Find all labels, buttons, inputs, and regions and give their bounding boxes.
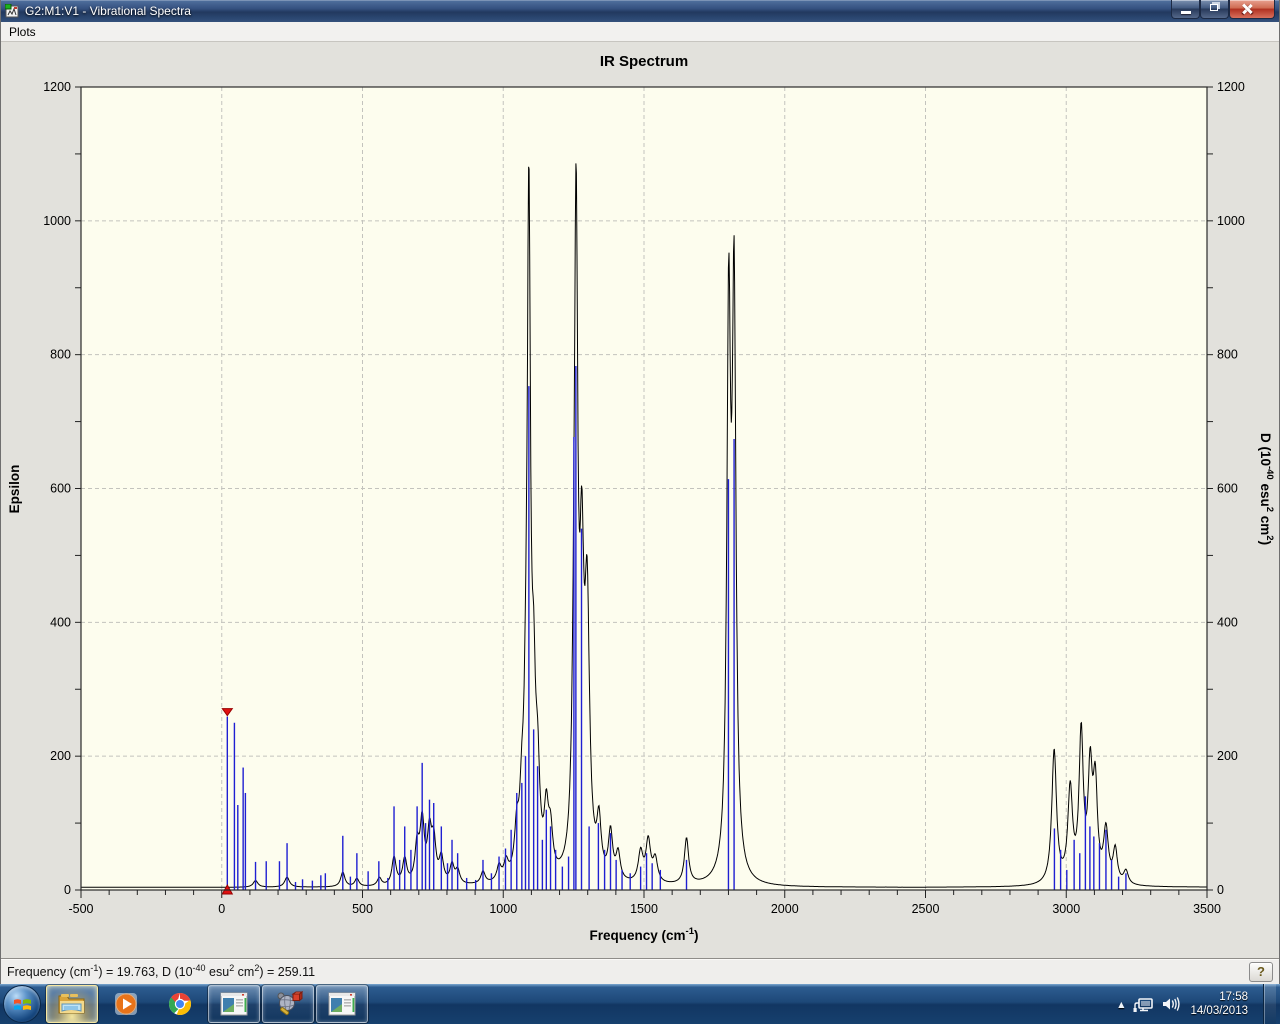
chart-title: IR Spectrum [600,53,688,70]
window-icon [5,3,19,17]
network-icon[interactable] [1133,996,1154,1013]
minimize-icon [1181,11,1191,14]
y-tick-label-left: 600 [50,482,71,496]
app-window-icon [328,992,356,1016]
y-tick-label-right: 200 [1217,749,1238,763]
y-tick-label-left: 200 [50,749,71,763]
chart-region: -500 0 500 1000 1500 2000 2500 3000 3500 0 0 200 200… [1,42,1279,958]
y-tick-label-right: 0 [1217,883,1224,897]
restore-button[interactable] [1200,0,1229,19]
taskbar-item-gaussview[interactable] [262,985,314,1023]
y-tick-label-left: 0 [64,883,71,897]
x-tick-label: 1000 [489,902,517,916]
x-tick-label: 3500 [1193,902,1221,916]
y-tick-label-left: 400 [50,615,71,629]
hidden-icons-button[interactable]: ▲ [1118,1000,1124,1009]
taskbar-clock[interactable]: 17:58 14/03/2013 [1190,990,1248,1018]
y-axis-label-left: Epsilon [7,465,22,514]
app-window: G2:M1:V1 - Vibrational Spectra Plots -50… [0,0,1280,984]
menu-bar: Plots [1,22,1279,42]
y-tick-label-right: 400 [1217,615,1238,629]
app-window-icon [220,992,248,1016]
ir-spectrum-chart[interactable]: -500 0 500 1000 1500 2000 2500 3000 3500 0 0 200 200… [5,42,1277,956]
taskbar-item-app-window-2[interactable] [316,985,368,1023]
y-tick-label-right: 800 [1217,348,1238,362]
x-tick-label: 0 [218,902,225,916]
y-tick-label-right: 600 [1217,482,1238,496]
status-bar: Frequency (cm-1) = 19.763, D (10-40 esu2… [1,958,1279,984]
windows-explorer-icon [58,994,85,1014]
x-tick-label: 2000 [771,902,799,916]
clock-time: 17:58 [1219,991,1248,1003]
taskbar-item-windows-explorer[interactable] [46,985,98,1023]
status-readout: Frequency (cm-1) = 19.763, D (10-40 esu2… [7,963,316,980]
x-axis-label: Frequency (cm-1) [590,926,699,943]
x-tick-label: 500 [352,902,373,916]
window-title: G2:M1:V1 - Vibrational Spectra [25,4,191,18]
system-tray: ▲ 17:58 14/03/2013 [1118,984,1280,1024]
taskbar-item-windows-media-player[interactable] [100,985,152,1023]
help-button[interactable]: ? [1249,961,1273,982]
y-tick-label-left: 1000 [43,214,71,228]
x-tick-label: -500 [68,902,93,916]
x-tick-label: 1500 [630,902,658,916]
y-tick-label-right: 1200 [1217,80,1245,94]
gaussview-icon [277,990,303,1016]
y-tick-label-left: 1200 [43,80,71,94]
x-tick-label: 2500 [912,902,940,916]
y-tick-label-right: 1000 [1217,214,1245,228]
restore-icon [1210,4,1218,11]
start-button[interactable] [3,985,41,1023]
y-tick-label-left: 800 [50,348,71,362]
windows-media-player-icon [115,993,137,1015]
taskbar-item-app-window-1[interactable] [208,985,260,1023]
y-axis-label-right: D (10-40 esu2 cm2) [1258,433,1275,545]
x-tick-label: 3000 [1052,902,1080,916]
taskbar: ▲ 17:58 14/03/2013 [0,984,1280,1024]
close-button[interactable] [1229,0,1275,19]
menu-item-plots[interactable]: Plots [1,23,44,41]
show-desktop-button[interactable] [1263,984,1276,1024]
taskbar-item-google-chrome[interactable] [154,985,206,1023]
volume-icon[interactable] [1162,996,1181,1012]
windows-logo-icon [13,998,31,1010]
google-chrome-icon [169,992,192,1015]
minimize-button[interactable] [1171,0,1200,19]
title-bar[interactable]: G2:M1:V1 - Vibrational Spectra [1,0,1279,22]
clock-date: 14/03/2013 [1190,1005,1248,1017]
